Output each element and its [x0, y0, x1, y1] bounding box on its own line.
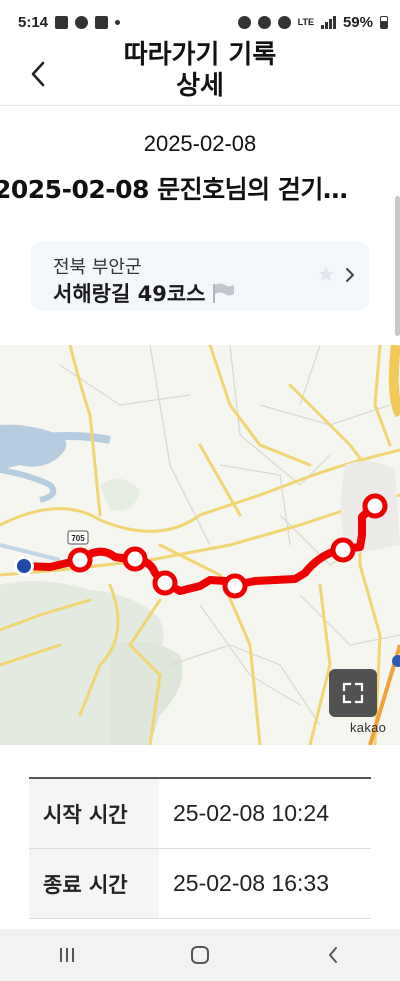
gallery-notification-icon [55, 15, 69, 29]
chevron-left-icon [31, 61, 45, 87]
system-nav-bar [0, 929, 400, 981]
battery-icon [380, 15, 388, 29]
status-right: LTE 59% [237, 13, 388, 31]
course-card[interactable]: 전북 부안군 서해랑길 49코스 [31, 241, 369, 311]
recent-apps-icon [59, 948, 74, 962]
fullscreen-icon [342, 682, 364, 704]
start-time-label: 시작 시간 [29, 779, 159, 848]
end-time-label: 종료 시간 [29, 849, 159, 918]
talk-notification-icon [75, 15, 89, 29]
home-icon [190, 946, 209, 964]
alarm-icon [237, 15, 251, 29]
status-left: 5:14 [18, 13, 121, 31]
location-icon [277, 15, 291, 29]
page-title-line1: 따라가기 기록 [123, 40, 277, 70]
status-time: 5:14 [18, 13, 49, 31]
start-point-dot [17, 559, 31, 573]
record-date: 2025-02-08 [143, 131, 257, 156]
status-bar: 5:14 LTE 59% [0, 0, 400, 44]
route-waypoint [122, 546, 148, 572]
battery-percent: 59% [342, 13, 373, 31]
app-header: 따라가기 기록 상세 [0, 40, 400, 106]
info-row-end: 종료 시간 25-02-08 16:33 [29, 849, 371, 919]
route-waypoint [152, 570, 178, 596]
home-button[interactable] [170, 935, 230, 975]
route-waypoint [67, 547, 93, 573]
recent-apps-button[interactable] [37, 935, 97, 975]
signal-icon [320, 15, 336, 29]
route-waypoint [222, 573, 248, 599]
back-icon [329, 947, 338, 963]
nav-back-button[interactable] [303, 935, 363, 975]
back-button[interactable] [22, 56, 54, 92]
chevron-right-icon [346, 268, 354, 282]
network-type: LTE [297, 17, 314, 27]
route-end-point [362, 493, 388, 519]
bluetooth-icon [257, 15, 271, 29]
flag-icon [213, 283, 235, 303]
record-info-table: 시작 시간 25-02-08 10:24 종료 시간 25-02-08 16:3… [29, 777, 371, 919]
route-waypoint [330, 537, 356, 563]
start-time-value: 25-02-08 10:24 [173, 800, 330, 826]
info-row-start: 시작 시간 25-02-08 10:24 [29, 779, 371, 849]
record-title: 2025-02-08 문진호님의 걷기… [0, 175, 348, 204]
page-title-line2: 상세 [176, 71, 224, 101]
map-attribution: kakao [350, 720, 387, 735]
course-name-row: 서해랑길 49코스 [53, 278, 235, 308]
route-map[interactable]: 705 고 kakao [0, 345, 400, 745]
course-region: 전북 부안군 [53, 257, 142, 278]
star-icon[interactable] [317, 265, 335, 283]
more-notifications-icon [115, 19, 121, 25]
course-name: 서해랑길 49코스 [53, 282, 206, 306]
scrollbar-thumb[interactable] [395, 196, 400, 336]
youtube-notification-icon [95, 15, 109, 29]
end-time-value: 25-02-08 16:33 [173, 870, 330, 896]
page-title: 따라가기 기록 상세 [80, 40, 320, 102]
map-expand-button[interactable] [329, 669, 377, 717]
